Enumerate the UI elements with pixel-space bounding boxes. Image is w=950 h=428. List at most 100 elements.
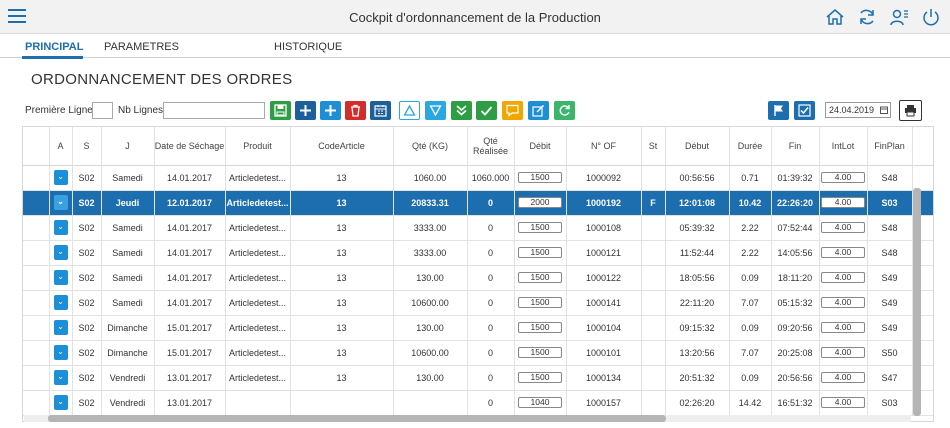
debit-field[interactable]: 1500: [518, 272, 562, 283]
horizontal-scroll-thumb[interactable]: [48, 415, 666, 422]
row-selector-cell[interactable]: [23, 190, 50, 216]
debit-field[interactable]: 1500: [518, 247, 562, 258]
table-row[interactable]: ⌄ S02 Dimanche 15.01.2017 Articledetest... 13…: [23, 340, 933, 366]
calendar-button[interactable]: [370, 101, 391, 120]
table-row[interactable]: ⌄ S02 Samedi 14.01.2017 Articledetest... 13 10…: [23, 165, 933, 191]
comment-button[interactable]: [502, 101, 523, 120]
col-header[interactable]: A: [49, 127, 73, 166]
debit-field[interactable]: 1500: [518, 347, 562, 358]
table-row[interactable]: ⌄ S02 Samedi 14.01.2017 Articledetest... 13 13…: [23, 265, 933, 291]
intlot-field[interactable]: 4.00: [821, 347, 865, 358]
row-selector-cell[interactable]: [23, 265, 50, 291]
reload-button[interactable]: [554, 101, 575, 120]
row-selector-cell[interactable]: [23, 315, 50, 341]
col-header[interactable]: Date de Séchage: [154, 127, 226, 166]
calendar-icon[interactable]: [880, 106, 888, 114]
insert-button[interactable]: [320, 101, 341, 120]
col-header[interactable]: S: [72, 127, 102, 166]
chevron-down-icon[interactable]: ⌄: [53, 320, 68, 335]
row-selector-cell[interactable]: [23, 165, 50, 191]
col-header[interactable]: FinPlan: [867, 127, 913, 166]
tab-historique[interactable]: HISTORIQUE: [274, 41, 342, 53]
refresh-icon[interactable]: [856, 7, 878, 27]
row-selector-cell[interactable]: [23, 240, 50, 266]
check-button[interactable]: [476, 101, 497, 120]
debit-field[interactable]: 1500: [518, 172, 562, 183]
chevron-down-icon[interactable]: ⌄: [53, 370, 68, 385]
chevron-down-icon[interactable]: ⌄: [53, 220, 68, 235]
debit-field[interactable]: 1500: [518, 322, 562, 333]
print-button[interactable]: [899, 100, 922, 121]
chevron-down-icon[interactable]: ⌄: [53, 295, 68, 310]
col-header[interactable]: Débit: [514, 127, 567, 166]
debit-field[interactable]: 2000: [518, 197, 562, 208]
intlot-field[interactable]: 4.00: [821, 222, 865, 233]
intlot-field[interactable]: 4.00: [821, 397, 865, 408]
col-header[interactable]: Qté (KG): [393, 127, 468, 166]
move-down-button[interactable]: [425, 101, 446, 120]
flag-button[interactable]: [768, 101, 789, 120]
double-down-button[interactable]: [451, 101, 472, 120]
table-row[interactable]: ⌄ S02 Samedi 14.01.2017 Articledetest... 13 10…: [23, 290, 933, 316]
tab-principal[interactable]: PRINCIPAL: [25, 41, 83, 53]
col-header[interactable]: Fin: [771, 127, 820, 166]
table-cell: 05:15:32: [771, 290, 820, 316]
row-selector-cell[interactable]: [23, 365, 50, 391]
home-icon[interactable]: [824, 7, 846, 27]
table-row[interactable]: ⌄ S02 Samedi 14.01.2017 Articledetest... 13 33…: [23, 240, 933, 266]
col-header[interactable]: Produit: [225, 127, 291, 166]
chevron-down-icon[interactable]: ⌄: [53, 195, 68, 210]
chevron-down-icon[interactable]: ⌄: [53, 245, 68, 260]
intlot-field[interactable]: 4.00: [821, 322, 865, 333]
intlot-field[interactable]: 4.00: [821, 247, 865, 258]
col-header[interactable]: St: [641, 127, 666, 166]
intlot-field[interactable]: 4.00: [821, 197, 865, 208]
chevron-down-icon[interactable]: ⌄: [53, 395, 68, 410]
chevron-down-icon[interactable]: ⌄: [53, 345, 68, 360]
nb-lignes-input[interactable]: [163, 102, 265, 119]
tab-parametres[interactable]: PARAMETRES: [104, 41, 179, 53]
table-row[interactable]: ⌄ S02 Samedi 14.01.2017 Articledetest... 13 33…: [23, 215, 933, 241]
table-row[interactable]: ⌄ S02 Jeudi 12.01.2017 Articledetest... 13 208…: [23, 190, 933, 216]
intlot-field[interactable]: 4.00: [821, 372, 865, 383]
intlot-field[interactable]: 4.00: [821, 297, 865, 308]
premiere-ligne-input[interactable]: [92, 102, 113, 119]
edit-button[interactable]: [528, 101, 549, 120]
add-button[interactable]: [295, 101, 316, 120]
user-settings-icon[interactable]: [888, 7, 910, 27]
horizontal-scrollbar[interactable]: [24, 415, 911, 422]
col-header[interactable]: CodeArticle: [290, 127, 394, 166]
col-header[interactable]: Durée: [729, 127, 772, 166]
approve-button[interactable]: [794, 101, 815, 120]
table-row[interactable]: ⌄ S02 Dimanche 15.01.2017 Articledetest... 13…: [23, 315, 933, 341]
table-cell: 4.00: [819, 315, 868, 341]
col-header[interactable]: Début: [665, 127, 730, 166]
table-cell: Articledetest...: [225, 190, 291, 216]
row-selector-cell[interactable]: [23, 290, 50, 316]
debit-field[interactable]: 1500: [518, 372, 562, 383]
col-header[interactable]: Qté Réalisée: [467, 127, 515, 166]
date-field[interactable]: 24.04.2019: [825, 102, 891, 118]
chevron-down-icon[interactable]: ⌄: [53, 170, 68, 185]
delete-button[interactable]: [345, 101, 366, 120]
power-icon[interactable]: [920, 7, 942, 27]
calendar-icon: [374, 105, 387, 117]
intlot-field[interactable]: 4.00: [821, 272, 865, 283]
move-up-button[interactable]: [399, 101, 420, 120]
table-cell: 0: [467, 315, 515, 341]
row-selector-cell[interactable]: [23, 215, 50, 241]
debit-field[interactable]: 1040: [518, 397, 562, 408]
col-header[interactable]: IntLot: [819, 127, 868, 166]
debit-field[interactable]: 1500: [518, 222, 562, 233]
col-header[interactable]: N° OF: [566, 127, 642, 166]
save-button[interactable]: [270, 101, 291, 120]
row-selector-cell[interactable]: [23, 340, 50, 366]
vertical-scrollbar[interactable]: [913, 188, 921, 416]
intlot-field[interactable]: 4.00: [821, 172, 865, 183]
col-header[interactable]: J: [101, 127, 155, 166]
table-row[interactable]: ⌄ S02 Vendredi 13.01.2017 0 1040 1000157 02:26:…: [23, 390, 933, 416]
table-row[interactable]: ⌄ S02 Vendredi 13.01.2017 Articledetest... 13…: [23, 365, 933, 391]
row-selector-cell[interactable]: [23, 390, 50, 416]
chevron-down-icon[interactable]: ⌄: [53, 270, 68, 285]
debit-field[interactable]: 1500: [518, 297, 562, 308]
